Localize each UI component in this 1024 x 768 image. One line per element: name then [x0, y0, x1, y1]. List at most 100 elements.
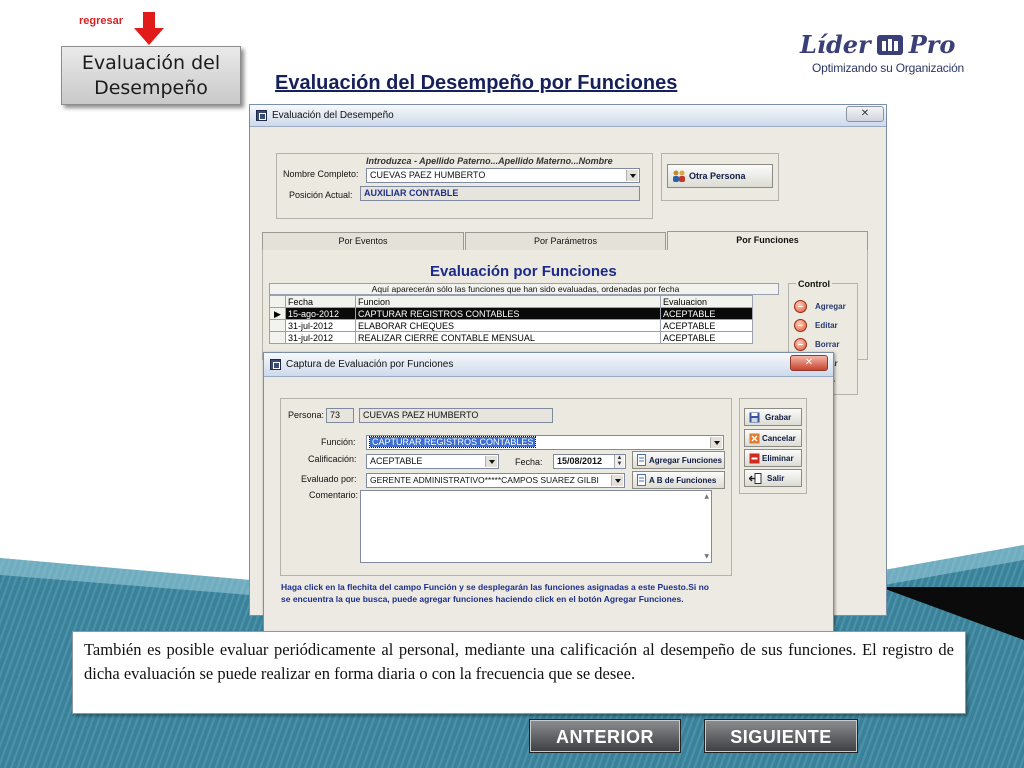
- eliminar-button[interactable]: Eliminar: [744, 449, 802, 467]
- spin-icon[interactable]: ▲ ▼: [614, 455, 624, 468]
- col-evaluacion[interactable]: Evaluacion: [660, 295, 753, 308]
- otra-persona-label: Otra Persona: [689, 171, 746, 181]
- grid-caption-text: Aquí aparecerán sólo las funciones que h…: [371, 284, 680, 294]
- cancelar-button[interactable]: Cancelar: [744, 429, 802, 447]
- exit-door-icon: [749, 472, 762, 484]
- cell-evaluacion: ACEPTABLE: [660, 331, 753, 344]
- cell-evaluacion: ACEPTABLE: [660, 307, 753, 320]
- scrollbar-up-icon[interactable]: ▲: [704, 493, 709, 500]
- nombre-combobox[interactable]: CUEVAS PAEZ HUMBERTO: [366, 168, 640, 183]
- comentario-textarea[interactable]: ▲ ▼: [360, 490, 712, 563]
- tab-por-parametros[interactable]: Por Parámetros: [465, 232, 666, 250]
- table-row[interactable]: 31-jul-2012 REALIZAR CIERRE CONTABLE MEN…: [269, 331, 753, 344]
- abc-funciones-button[interactable]: A B de Funciones: [632, 471, 725, 489]
- grabar-button[interactable]: Grabar: [744, 408, 802, 426]
- brand-tagline: Optimizando su Organización: [812, 61, 965, 75]
- funcion-value: CAPTURAR REGISTROS CONTABLES: [368, 436, 537, 448]
- row-pointer-icon: ▶: [269, 307, 286, 320]
- grid-header-row: Fecha Funcion Evaluacion: [269, 295, 753, 308]
- posicion-label: Posición Actual:: [289, 190, 353, 200]
- main-close-button[interactable]: ✕: [846, 106, 884, 122]
- cell-funcion: CAPTURAR REGISTROS CONTABLES: [355, 307, 661, 320]
- cell-evaluacion: ACEPTABLE: [660, 319, 753, 332]
- delete-icon: [794, 338, 807, 351]
- calificacion-combobox[interactable]: ACEPTABLE: [366, 454, 499, 469]
- agregar-funciones-button[interactable]: Agregar Funciones: [632, 451, 725, 469]
- tab-label: Por Eventos: [338, 236, 388, 246]
- table-row[interactable]: 31-jul-2012 ELABORAR CHEQUES ACEPTABLE: [269, 319, 753, 332]
- row-indicator: [269, 331, 286, 344]
- agregar-label: Agregar: [815, 302, 846, 311]
- brand-name-part2: Pro: [908, 30, 956, 59]
- app-icon: [256, 110, 267, 121]
- comentario-label: Comentario:: [309, 490, 359, 500]
- posicion-value: AUXILIAR CONTABLE: [364, 188, 459, 198]
- evaluado-combobox[interactable]: GERENTE ADMINISTRATIVO*****CAMPOS SUAREZ…: [366, 473, 625, 488]
- document-icon: [637, 454, 646, 466]
- evaluado-label: Evaluado por:: [301, 474, 357, 484]
- agregar-funciones-label: Agregar Funciones: [649, 455, 722, 465]
- eval-title: Evaluación por Funciones: [430, 263, 617, 280]
- dialog-titlebar: Captura de Evaluación por Funciones: [264, 353, 833, 377]
- persona-name-field: CUEVAS PAEZ HUMBERTO: [359, 408, 553, 423]
- funcion-label: Función:: [321, 437, 356, 447]
- dialog-app-icon: [270, 359, 281, 370]
- anterior-button[interactable]: ANTERIOR: [530, 720, 680, 752]
- delete-icon: [749, 453, 760, 463]
- section-title-box: Evaluación del Desempeño: [61, 46, 241, 105]
- dialog-close-button[interactable]: ✕: [790, 355, 828, 371]
- fecha-date-picker[interactable]: 15/08/2012 ▲ ▼: [553, 454, 626, 469]
- dialog-help-note: Haga click en la flechita del campo Func…: [281, 582, 709, 604]
- chevron-down-icon[interactable]: [626, 170, 638, 181]
- abc-funciones-label: A B de Funciones: [649, 475, 717, 485]
- back-link[interactable]: regresar: [79, 15, 123, 27]
- chevron-down-icon[interactable]: [611, 475, 623, 486]
- borrar-label: Borrar: [815, 340, 840, 349]
- calificacion-label: Calificación:: [308, 454, 357, 464]
- row-indicator: [269, 319, 286, 332]
- nombre-value: CUEVAS PAEZ HUMBERTO: [370, 170, 486, 180]
- brand-name-part1: Líder: [800, 30, 871, 59]
- grabar-label: Grabar: [765, 412, 792, 422]
- posicion-field: AUXILIAR CONTABLE: [360, 186, 640, 201]
- tab-label: Por Funciones: [736, 235, 799, 245]
- funcion-combobox[interactable]: CAPTURAR REGISTROS CONTABLES: [366, 435, 724, 450]
- persona-label: Persona:: [288, 410, 325, 420]
- chevron-down-icon[interactable]: [710, 437, 722, 448]
- cell-fecha: 31-jul-2012: [285, 319, 356, 332]
- siguiente-button[interactable]: SIGUIENTE: [705, 720, 857, 752]
- salir-button[interactable]: Salir: [744, 469, 802, 487]
- table-row[interactable]: ▶ 15-ago-2012 CAPTURAR REGISTROS CONTABL…: [269, 307, 753, 320]
- brand-logo: Líder Pro Optimizando su Organización: [800, 30, 990, 76]
- people-icon: [673, 170, 685, 182]
- borrar-button[interactable]: Borrar: [792, 336, 850, 353]
- otra-persona-button[interactable]: Otra Persona: [667, 164, 773, 188]
- down-arrow-icon[interactable]: [134, 12, 164, 46]
- logo-icon: [876, 34, 903, 55]
- tab-por-eventos[interactable]: Por Eventos: [262, 232, 464, 250]
- tab-por-funciones[interactable]: Por Funciones: [667, 231, 868, 251]
- chevron-down-icon[interactable]: [485, 456, 497, 467]
- page-title: Evaluación del Desempeño por Funciones: [275, 72, 678, 94]
- grid-header-indicator: [269, 295, 286, 308]
- cell-funcion: ELABORAR CHEQUES: [355, 319, 661, 332]
- document-icon: [637, 474, 646, 486]
- edit-icon: [794, 319, 807, 332]
- section-title: Evaluación del Desempeño: [81, 51, 221, 99]
- salir-label: Salir: [767, 473, 785, 483]
- agregar-button[interactable]: Agregar: [792, 298, 850, 315]
- persona-id: 73: [330, 410, 341, 420]
- col-funcion[interactable]: Funcion: [355, 295, 661, 308]
- grid-caption: Aquí aparecerán sólo las funciones que h…: [269, 283, 779, 295]
- editar-button[interactable]: Editar: [792, 317, 850, 334]
- scrollbar-down-icon[interactable]: ▼: [704, 553, 709, 560]
- fecha-value: 15/08/2012: [557, 456, 603, 466]
- cell-fecha: 15-ago-2012: [285, 307, 356, 320]
- persona-id-field: 73: [326, 408, 354, 423]
- control-title: Control: [796, 279, 832, 289]
- col-fecha[interactable]: Fecha: [285, 295, 356, 308]
- calificacion-value: ACEPTABLE: [370, 456, 423, 466]
- evaluado-value: GERENTE ADMINISTRATIVO*****CAMPOS SUAREZ…: [370, 475, 599, 485]
- add-icon: [794, 300, 807, 313]
- tab-label: Por Parámetros: [533, 236, 598, 246]
